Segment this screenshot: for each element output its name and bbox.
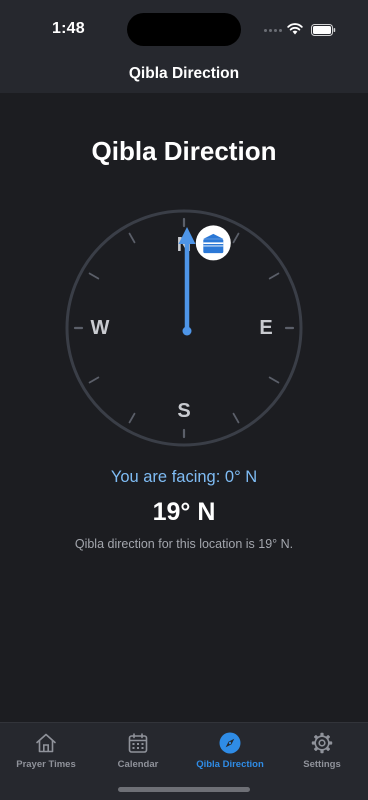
tab-settings[interactable]: Settings (276, 731, 368, 770)
wifi-icon (287, 23, 303, 35)
facing-direction-text: You are facing: 0° N (110, 468, 258, 486)
house-icon (36, 733, 56, 753)
qibla-direction-value: 19° N (152, 498, 216, 526)
tab-qibla-direction[interactable]: Qibla Direction (184, 731, 276, 770)
tab-label-prayer-times: Prayer Times (16, 759, 76, 770)
tab-label-qibla-direction: Qibla Direction (196, 759, 264, 770)
cellular-signal-icon (264, 29, 282, 32)
header-bar: 1:48 Qibla Direction (0, 0, 368, 93)
tab-label-calendar: Calendar (117, 759, 159, 770)
status-time: 1:48 (52, 20, 85, 37)
qibla-direction-note: Qibla direction for this location is 19°… (74, 537, 294, 551)
home-indicator (118, 787, 250, 792)
battery-icon (311, 24, 336, 36)
qibla-screen: 1:48 Qibla Direction Qibla Direction N E… (0, 0, 368, 800)
header-title: Qibla Direction (128, 65, 240, 82)
gear-icon (311, 732, 333, 754)
tab-calendar[interactable]: Calendar (92, 731, 184, 770)
compass-label-west: W (91, 317, 110, 339)
compass-label-south: S (177, 400, 190, 422)
tab-label-settings: Settings (303, 759, 341, 770)
page-title: Qibla Direction (91, 136, 277, 166)
tab-prayer-times[interactable]: Prayer Times (0, 731, 92, 770)
dynamic-island (127, 13, 241, 46)
compass-icon (219, 732, 241, 754)
compass: N E S W (65, 209, 303, 447)
compass-label-east: E (259, 317, 272, 339)
calendar-icon (128, 733, 148, 753)
kaaba-marker (195, 225, 231, 261)
